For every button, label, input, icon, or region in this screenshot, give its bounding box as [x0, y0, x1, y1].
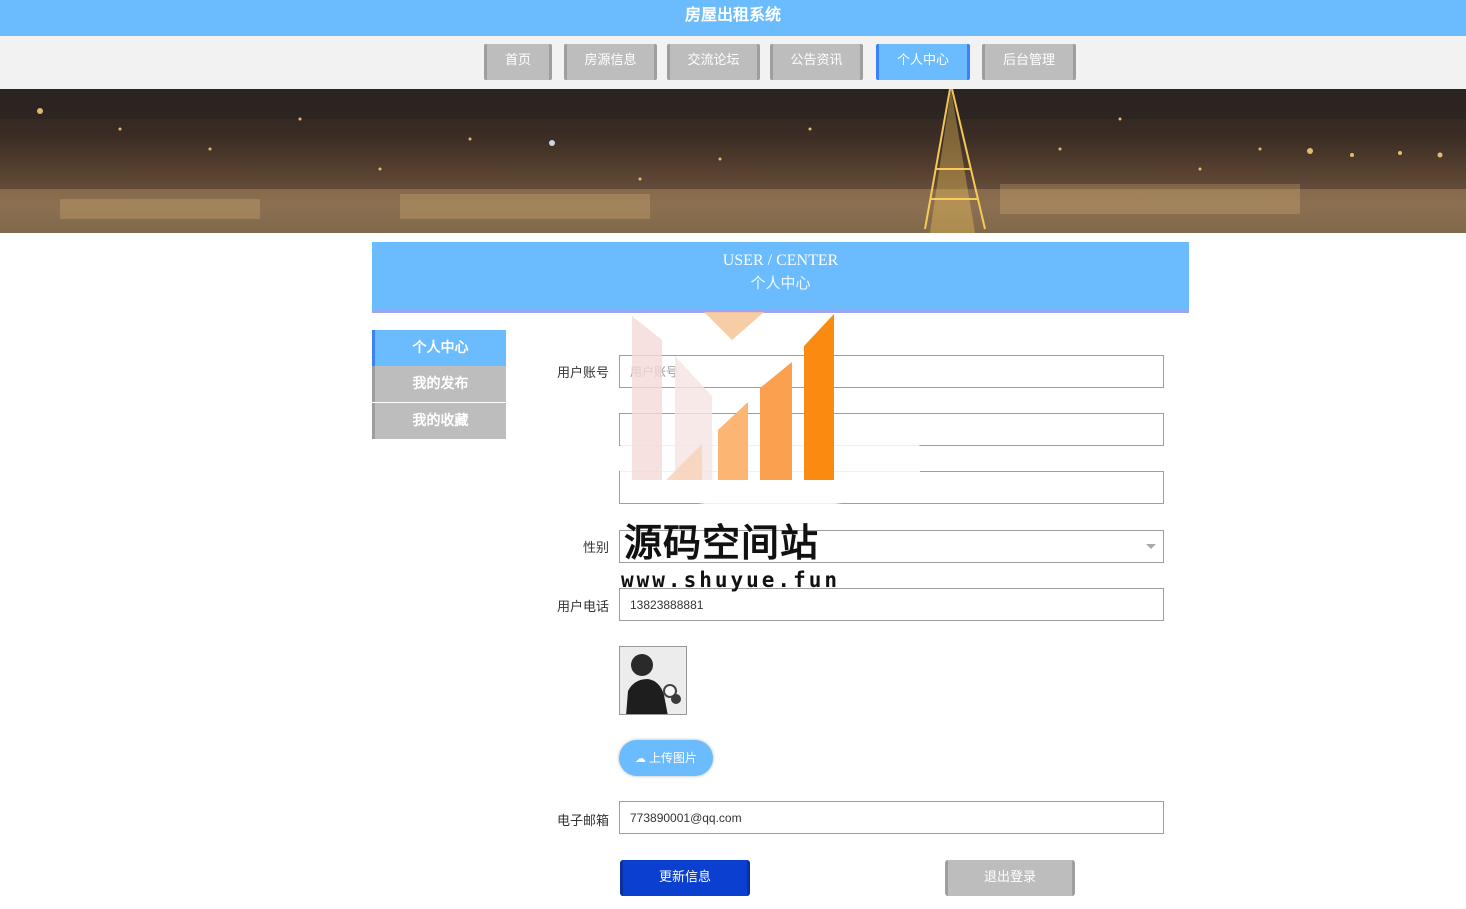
nav-item-user-center[interactable]: 个人中心	[876, 44, 970, 80]
user-center-header: USER / CENTER 个人中心	[372, 242, 1189, 313]
nav-item-news[interactable]: 公告资讯	[770, 44, 863, 80]
city-lights-illustration	[0, 89, 1466, 233]
nav-item-home[interactable]: 首页	[484, 44, 552, 80]
section-title-en: USER / CENTER	[722, 252, 839, 269]
nav-item-listings[interactable]: 房源信息	[564, 44, 657, 80]
app-title: 房屋出租系统	[684, 5, 781, 24]
name-input[interactable]	[619, 471, 1164, 504]
avatar-image	[620, 647, 686, 714]
watermark-title: 源码空间站	[624, 521, 820, 565]
account-input[interactable]	[619, 355, 1164, 388]
account-label: 用户账号	[556, 366, 609, 381]
section-title-cn: 个人中心	[750, 274, 811, 292]
phone-input[interactable]	[619, 588, 1164, 621]
phone-label: 用户电话	[556, 600, 609, 615]
cloud-upload-icon: ☁	[634, 752, 646, 765]
email-input[interactable]	[619, 801, 1164, 834]
sidebar-item-my-favorites[interactable]: 我的收藏	[372, 403, 506, 439]
chevron-down-icon	[1146, 544, 1156, 549]
city-banner-image	[0, 89, 1466, 233]
logout-button[interactable]: 退出登录	[945, 860, 1075, 896]
upload-image-button[interactable]: ☁ 上传图片	[619, 740, 713, 776]
avatar	[619, 646, 687, 715]
email-label: 电子邮箱	[556, 814, 609, 829]
top-title-bar: 房屋出租系统	[0, 0, 1466, 36]
nav-item-forum[interactable]: 交流论坛	[667, 44, 760, 80]
upload-button-label: 上传图片	[648, 751, 697, 765]
nav-item-admin[interactable]: 后台管理	[982, 44, 1076, 80]
update-info-button[interactable]: 更新信息	[620, 860, 750, 896]
gender-label: 性别	[582, 541, 609, 556]
sidebar-item-user-center[interactable]: 个人中心	[372, 330, 506, 366]
watermark-url: www.shuyue.fun	[621, 568, 841, 592]
main-nav: 首页 房源信息 交流论坛 公告资讯 个人中心 后台管理	[0, 36, 1466, 89]
sidebar-item-my-posts[interactable]: 我的发布	[372, 366, 506, 402]
password-input[interactable]	[619, 413, 1164, 446]
